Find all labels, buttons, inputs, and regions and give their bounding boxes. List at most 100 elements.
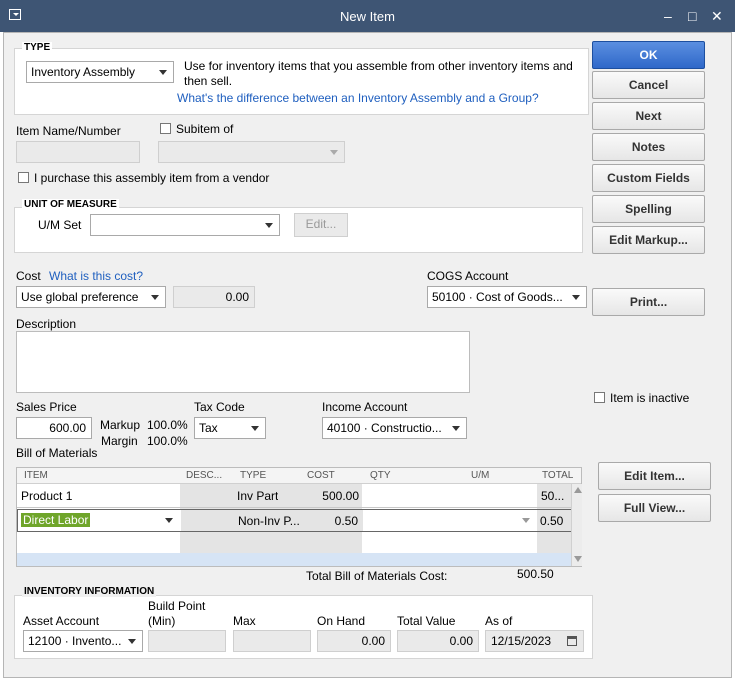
scroll-up-icon[interactable] xyxy=(574,487,582,493)
custom-fields-button[interactable]: Custom Fields xyxy=(592,164,705,192)
item-name-label: Item Name/Number xyxy=(16,124,121,138)
chevron-down-icon xyxy=(265,223,273,228)
next-button[interactable]: Next xyxy=(592,102,705,130)
full-view-button[interactable]: Full View... xyxy=(598,494,711,522)
build-point-min-label: (Min) xyxy=(148,614,176,628)
item-inactive-checkbox[interactable] xyxy=(594,392,605,403)
item-type-dropdown[interactable]: Inventory Assembly xyxy=(26,61,174,83)
tax-code-dropdown[interactable]: Tax xyxy=(194,417,266,439)
bom-col-um: U/M xyxy=(471,470,490,481)
bom-col-qty: QTY xyxy=(370,470,391,481)
table-row[interactable]: Product 1 Inv Part 500.00 50... xyxy=(17,484,571,508)
uom-edit-button[interactable]: Edit... xyxy=(294,213,348,237)
item-inactive-label: Item is inactive xyxy=(610,391,690,405)
cost-method-dropdown[interactable]: Use global preference xyxy=(16,286,166,308)
bom-scrollbar[interactable] xyxy=(571,484,582,566)
cost-input[interactable]: 0.00 xyxy=(173,286,255,308)
assembly-vs-group-link[interactable]: What's the difference between an Invento… xyxy=(177,91,539,105)
cogs-account-label: COGS Account xyxy=(427,269,509,283)
bom-cell-total: 50... xyxy=(541,489,565,503)
bom-cell-type: Non-Inv P... xyxy=(238,514,300,528)
table-row[interactable]: Direct Labor Non-Inv P... 0.50 0.50 xyxy=(17,509,571,532)
edit-markup-button[interactable]: Edit Markup... xyxy=(592,226,705,254)
asset-account-dropdown[interactable]: 12100 · Invento... xyxy=(23,630,143,652)
income-account-label: Income Account xyxy=(322,400,408,414)
chevron-down-icon xyxy=(251,426,259,431)
chevron-down-icon xyxy=(572,295,580,300)
markup-label: Markup xyxy=(100,418,141,432)
bom-header xyxy=(17,468,581,484)
bom-cell-type: Inv Part xyxy=(237,489,279,503)
asset-account-label: Asset Account xyxy=(23,614,100,628)
sales-price-input[interactable]: 600.00 xyxy=(16,417,92,439)
ok-button[interactable]: OK xyxy=(592,41,705,69)
bom-total-value: 500.50 xyxy=(517,567,554,581)
vendor-checkbox[interactable] xyxy=(18,172,29,183)
chevron-down-icon xyxy=(159,70,167,75)
cost-label: Cost xyxy=(16,269,41,283)
type-description: Use for inventory items that you assembl… xyxy=(184,59,573,88)
on-hand-label: On Hand xyxy=(317,614,366,628)
margin-value: 100.0% xyxy=(147,434,188,448)
maximize-icon[interactable]: □ xyxy=(688,8,696,24)
cogs-account-dropdown[interactable]: 50100 · Cost of Goods... xyxy=(427,286,587,308)
chevron-down-icon[interactable] xyxy=(522,518,530,523)
bom-col-cost: COST xyxy=(307,470,335,481)
subitem-label: Subitem of xyxy=(176,122,234,136)
bom-col-total: TOTAL xyxy=(542,470,574,481)
bom-cell-cost: 500.00 xyxy=(322,489,359,503)
desc-cell xyxy=(181,510,236,531)
what-is-cost-link[interactable]: What is this cost? xyxy=(49,269,143,283)
bom-cell-total: 0.50 xyxy=(540,514,564,528)
max-label: Max xyxy=(233,614,256,628)
close-icon[interactable]: ✕ xyxy=(711,8,723,25)
subitem-dropdown[interactable] xyxy=(158,141,345,163)
chevron-down-icon xyxy=(330,150,338,155)
description-textarea[interactable] xyxy=(16,331,470,393)
chevron-down-icon[interactable] xyxy=(165,518,173,523)
bom-col-item: ITEM xyxy=(24,470,48,481)
blank-row-highlight xyxy=(17,553,571,566)
dialog-body: TYPE Inventory Assembly Use for inventor… xyxy=(3,32,732,678)
window-title: New Item xyxy=(340,9,395,24)
minimize-icon[interactable]: – xyxy=(664,8,672,24)
build-point-input[interactable] xyxy=(148,630,226,652)
calendar-icon[interactable] xyxy=(567,636,577,646)
as-of-label: As of xyxy=(485,614,513,628)
tax-code-label: Tax Code xyxy=(194,400,245,414)
notes-button[interactable]: Notes xyxy=(592,133,705,161)
item-name-input[interactable] xyxy=(16,141,140,163)
uom-set-dropdown[interactable] xyxy=(90,214,280,236)
bom-cell-item[interactable]: Direct Labor xyxy=(21,513,91,527)
markup-value: 100.0% xyxy=(147,418,188,432)
type-section-label: TYPE xyxy=(22,42,53,53)
spelling-button[interactable]: Spelling xyxy=(592,195,705,223)
income-account-dropdown[interactable]: 40100 · Constructio... xyxy=(322,417,467,439)
sales-price-label: Sales Price xyxy=(16,400,77,414)
chevron-down-icon xyxy=(151,295,159,300)
chevron-down-icon xyxy=(452,426,460,431)
inventory-section-label: INVENTORY INFORMATION xyxy=(22,586,157,597)
max-input[interactable] xyxy=(233,630,311,652)
bom-table: ITEM DESC... TYPE COST QTY U/M TOTAL Pro… xyxy=(16,467,582,567)
on-hand-input[interactable]: 0.00 xyxy=(317,630,391,652)
uom-set-label: U/M Set xyxy=(38,218,82,232)
total-value-label: Total Value xyxy=(397,614,456,628)
bom-cell-cost: 0.50 xyxy=(334,514,358,528)
chevron-down-icon xyxy=(128,639,136,644)
bom-col-desc: DESC... xyxy=(186,470,223,481)
vendor-label: I purchase this assembly item from a ven… xyxy=(34,171,270,185)
edit-item-button[interactable]: Edit Item... xyxy=(598,462,711,490)
total-value-input[interactable]: 0.00 xyxy=(397,630,479,652)
bom-total-label: Total Bill of Materials Cost: xyxy=(306,569,448,583)
cancel-button[interactable]: Cancel xyxy=(592,71,705,99)
margin-label: Margin xyxy=(101,434,138,448)
title-bar: New Item – □ ✕ xyxy=(0,0,735,32)
bom-label: Bill of Materials xyxy=(16,446,98,460)
description-label: Description xyxy=(16,317,77,331)
bom-cell-item: Product 1 xyxy=(21,489,73,503)
subitem-checkbox[interactable] xyxy=(160,123,171,134)
scroll-down-icon[interactable] xyxy=(574,556,582,562)
bom-col-type: TYPE xyxy=(240,470,267,481)
print-button[interactable]: Print... xyxy=(592,288,705,316)
